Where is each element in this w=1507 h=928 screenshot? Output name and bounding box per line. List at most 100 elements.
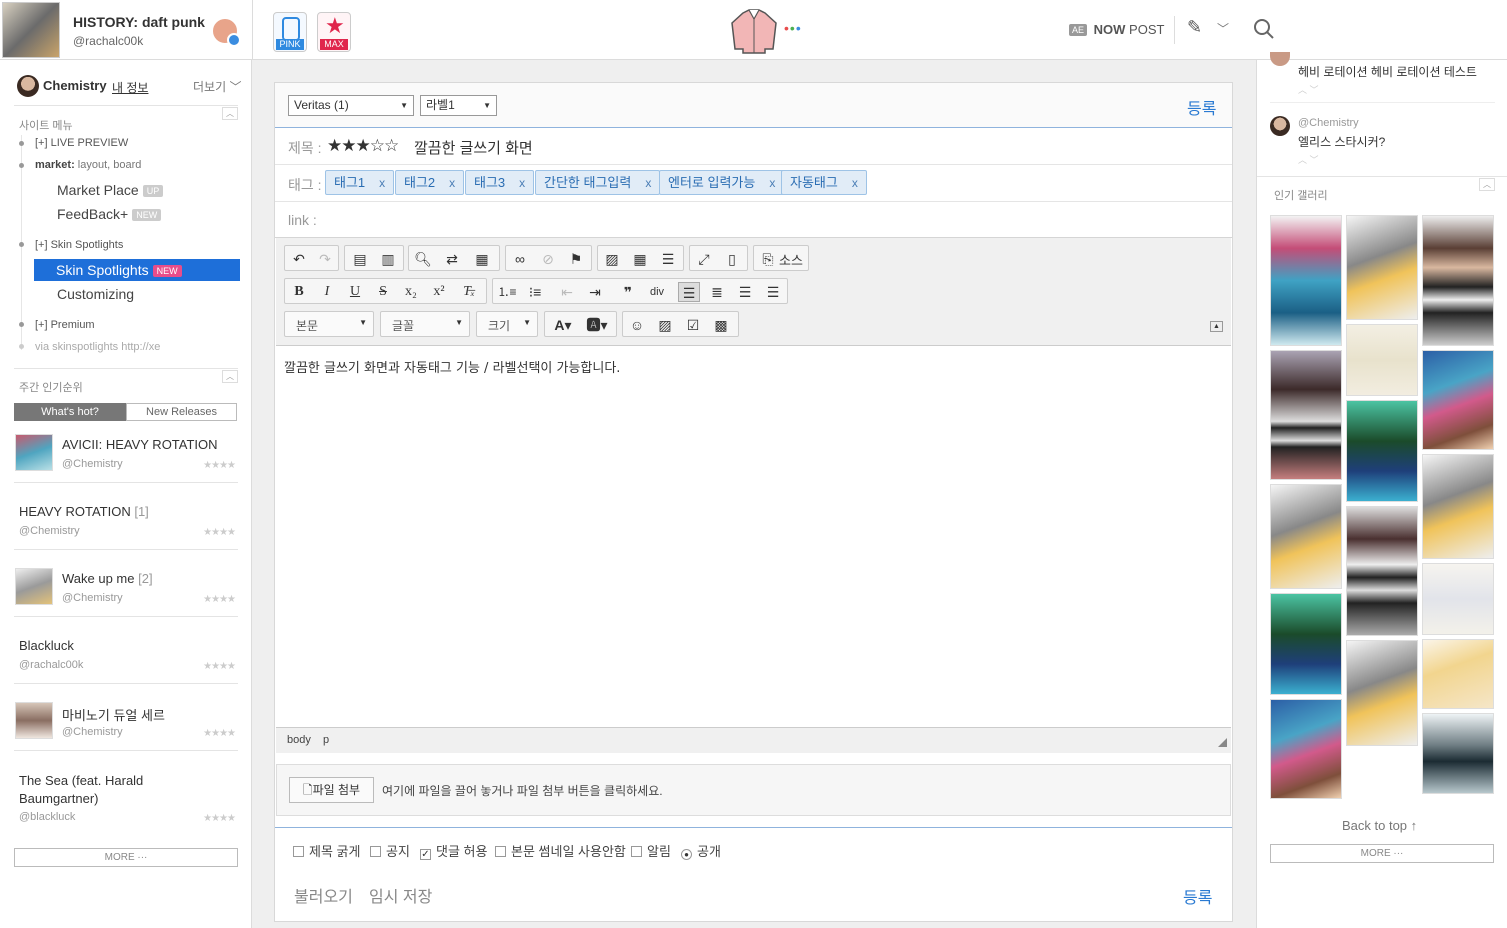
title-input[interactable]: 깔끔한 글쓰기 화면 (414, 137, 533, 158)
align-left-icon[interactable]: ☰ (678, 282, 700, 302)
show-blocks-icon[interactable]: ▯ (721, 249, 743, 269)
submit-bottom-button[interactable]: 등록 (1183, 884, 1212, 908)
profile-title[interactable]: HISTORY: daft punk (73, 14, 205, 30)
maximize-icon[interactable]: ⤢ (693, 249, 715, 269)
option-allow-comment[interactable]: ✓ 댓글 허용 (420, 841, 487, 860)
item-thumbnail[interactable] (15, 434, 53, 471)
more-dropdown[interactable]: 더보기 ﹀ (193, 78, 241, 95)
list-item-title[interactable]: Blackluck (19, 638, 74, 653)
list-item-title[interactable]: The Sea (feat. Harald Baumgartner) (19, 772, 169, 808)
outdent-icon[interactable]: ⇤ (556, 282, 578, 302)
tag-remove-icon[interactable]: x (449, 176, 455, 190)
bold-icon[interactable]: B (288, 282, 310, 302)
gallery-image[interactable] (1422, 350, 1494, 450)
menu-skin-spotlights-group[interactable]: [+] Skin Spotlights (35, 239, 123, 251)
list-item-title[interactable]: Wake up me [2] (62, 571, 153, 586)
menu-via[interactable]: via skinspotlights http://xe (35, 341, 160, 353)
profile-avatar[interactable] (2, 2, 60, 58)
gallery-image[interactable] (1346, 215, 1418, 320)
tab-new-releases[interactable]: New Releases (126, 403, 237, 421)
vote-icons[interactable]: ︿ ﹀ (1298, 153, 1319, 166)
checkbox[interactable] (293, 846, 304, 857)
align-right-icon[interactable]: ☰ (734, 282, 756, 302)
comment-text[interactable]: 엘리스 스타시커? (1298, 133, 1385, 150)
option-notice[interactable]: 공지 (370, 841, 410, 860)
menu-market-place[interactable]: Market Place UP (57, 182, 164, 198)
menu-skin-spotlights-active[interactable]: Skin Spotlights NEW (34, 259, 240, 281)
comment-text[interactable]: 헤비 로테이션 헤비 로테이션 테스트 (1298, 63, 1477, 80)
gallery-image[interactable] (1270, 215, 1342, 346)
gallery-image[interactable] (1346, 324, 1418, 396)
list-item-title[interactable]: HEAVY ROTATION [1] (19, 504, 149, 519)
tag-chip[interactable]: 태그1 x (325, 170, 395, 195)
tag-remove-icon[interactable]: x (769, 176, 775, 190)
checkbox-checked[interactable]: ✓ (420, 849, 431, 860)
collapse-icon[interactable]: ︿ (1479, 178, 1495, 191)
div-container-icon[interactable]: div (646, 282, 668, 302)
font-select[interactable]: 글꼴 ▼ (380, 311, 470, 337)
gallery-image[interactable] (1270, 593, 1342, 695)
menu-feedback[interactable]: FeedBack+ NEW (57, 206, 162, 222)
option-no-thumbnail[interactable]: 본문 썸네일 사용안함 (495, 841, 626, 860)
gallery-image[interactable] (1346, 400, 1418, 502)
menu-market[interactable]: market: layout, board (35, 159, 141, 171)
category-select[interactable]: Veritas (1) ▼ (288, 95, 414, 116)
link-input[interactable] (325, 205, 1215, 233)
pen-icon[interactable]: ✎ (1187, 17, 1202, 38)
option-bold-title[interactable]: 제목 굵게 (293, 841, 360, 860)
media-icon[interactable]: ▨ (654, 315, 676, 335)
comment-avatar[interactable] (1270, 52, 1290, 66)
gallery-image[interactable] (1422, 215, 1494, 346)
checkbox-icon[interactable]: ☑ (682, 315, 704, 335)
paste-text-icon[interactable]: ▥ (377, 249, 399, 269)
gallery-image[interactable] (1270, 484, 1342, 589)
indent-icon[interactable]: ⇥ (584, 282, 606, 302)
load-button[interactable]: 불러오기 (294, 883, 353, 907)
align-center-icon[interactable]: ≣ (706, 282, 728, 302)
gallery-image[interactable] (1346, 506, 1418, 636)
tag-chip[interactable]: 자동태그 x (781, 170, 867, 195)
item-thumbnail[interactable] (15, 568, 53, 605)
editor-content[interactable]: 깔끔한 글쓰기 화면과 자동태그 기능 / 라벨선택이 가능합니다. (276, 347, 1231, 726)
path-p[interactable]: p (323, 734, 329, 746)
checkbox[interactable] (370, 846, 381, 857)
horizontal-rule-icon[interactable]: ☰ (657, 249, 679, 269)
tag-remove-icon[interactable]: x (519, 176, 525, 190)
temp-save-button[interactable]: 임시 저장 (369, 883, 432, 907)
gallery-image[interactable] (1422, 639, 1494, 709)
numbered-list-icon[interactable]: ⒈≡ (496, 282, 518, 302)
menu-customizing[interactable]: Customizing (57, 286, 134, 302)
emoticon-icon[interactable]: ☺ (626, 315, 648, 335)
back-to-top-link[interactable]: Back to top ↑ (1342, 818, 1417, 833)
underline-icon[interactable]: U (344, 282, 366, 302)
gallery-image[interactable] (1422, 713, 1494, 794)
tag-chip[interactable]: 엔터로 입력가능 x (659, 170, 785, 195)
bg-color-icon[interactable]: 🅰︎▾ (583, 315, 611, 335)
size-select[interactable]: 크기 ▼ (476, 311, 538, 337)
select-all-icon[interactable]: ▦ (471, 249, 493, 269)
strikethrough-icon[interactable]: S (372, 282, 394, 302)
vote-icons[interactable]: ︿ ﹀ (1298, 83, 1319, 96)
pink-app-button[interactable]: PINK (273, 12, 307, 52)
source-button[interactable]: ⎘ 소스 (753, 245, 809, 271)
subscript-icon[interactable]: x₂ (400, 282, 422, 302)
user-avatar[interactable] (17, 75, 39, 97)
tag-remove-icon[interactable]: x (645, 176, 651, 190)
checkbox[interactable] (495, 846, 506, 857)
italic-icon[interactable]: I (316, 282, 338, 302)
find-icon[interactable]: 🔍︎ (412, 249, 434, 269)
list-item-title[interactable]: AVICII: HEAVY ROTATION (62, 437, 218, 452)
chevron-down-icon[interactable]: ﹀ (1217, 20, 1229, 37)
undo-icon[interactable]: ↶ (288, 249, 310, 269)
option-public[interactable]: ● 공개 (681, 841, 721, 860)
tag-chip[interactable]: 태그3 x (465, 170, 535, 195)
bulleted-list-icon[interactable]: ⁝≡ (524, 282, 546, 302)
image-icon[interactable]: ▨ (601, 249, 623, 269)
blockquote-icon[interactable]: ❞ (617, 282, 639, 302)
tag-chip[interactable]: 간단한 태그입력 x (535, 170, 661, 195)
now-post-button[interactable]: AE NOW POST (1069, 22, 1164, 37)
menu-live-preview[interactable]: [+] LIVE PREVIEW (35, 137, 128, 149)
file-attach-button[interactable]: 🗋파일 첨부 (289, 777, 374, 803)
gallery-image[interactable] (1422, 454, 1494, 559)
radio-selected[interactable]: ● (681, 849, 692, 860)
